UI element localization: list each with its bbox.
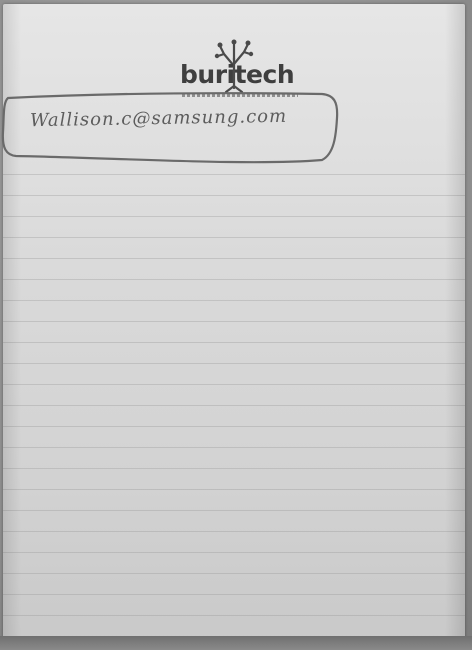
sheet-shadow-right xyxy=(445,4,465,644)
logo-wordmark: buritech xyxy=(180,60,295,89)
hand-drawn-box xyxy=(1,92,339,164)
table-edge xyxy=(0,636,472,650)
ruled-lines xyxy=(3,154,465,644)
handwritten-email: Wallison.c@samsung.com xyxy=(29,105,288,132)
